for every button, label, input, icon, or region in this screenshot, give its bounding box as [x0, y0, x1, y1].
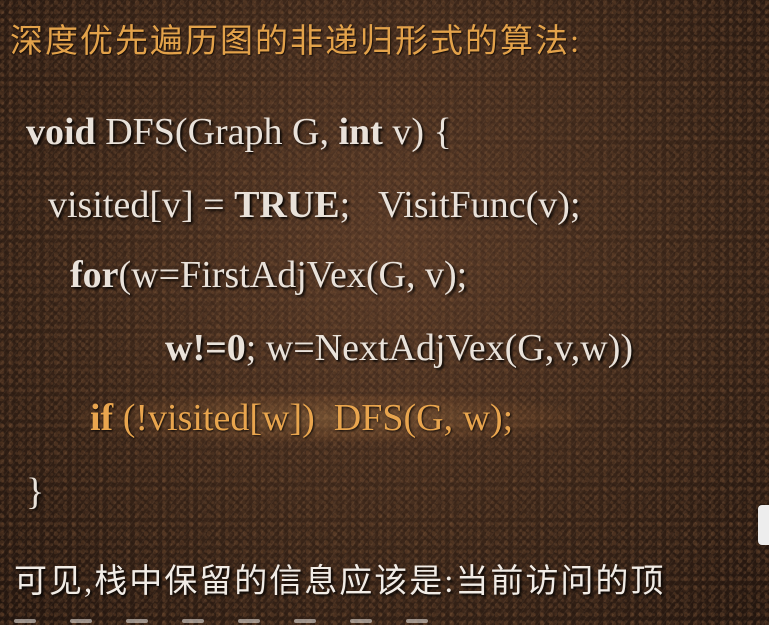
- code-line-5: if (!visited[w]) DFS(G, w);: [90, 396, 513, 440]
- footer-cut-off-line: [14, 610, 764, 625]
- code-line-4-step: ; w=NextAdjVex(G,v,w)): [245, 327, 634, 369]
- code-line-4: w!=0; w=NextAdjVex(G,v,w)): [165, 326, 633, 370]
- code-line-2: visited[v] = TRUE; VisitFunc(v);: [48, 183, 581, 227]
- scroll-handle[interactable]: [758, 505, 769, 545]
- keyword-void: void: [26, 111, 96, 153]
- code-line-3: for(w=FirstAdjVex(G, v);: [70, 253, 467, 297]
- footer-note: 可见,栈中保留的信息应该是:当前访问的顶: [14, 564, 666, 600]
- slide-frame: 深度优先遍历图的非递归形式的算法: void DFS(Graph G, int …: [0, 0, 769, 625]
- code-block: void DFS(Graph G, int v) { visited[v] = …: [0, 0, 769, 625]
- code-line-3-init: (w=FirstAdjVex(G, v);: [118, 254, 468, 296]
- keyword-true: TRUE: [234, 184, 340, 226]
- code-line-1-signature: DFS(Graph G,: [95, 111, 339, 153]
- code-line-2-visit: ; VisitFunc(v);: [339, 184, 581, 226]
- keyword-if: if: [90, 397, 114, 439]
- code-line-1-end: v) {: [382, 111, 452, 153]
- keyword-int: int: [338, 111, 383, 153]
- code-line-4-cond: w!=0: [165, 327, 246, 369]
- code-line-1: void DFS(Graph G, int v) {: [26, 110, 452, 154]
- code-line-6: }: [26, 471, 45, 513]
- code-line-5-body: (!visited[w]) DFS(G, w);: [113, 397, 514, 439]
- code-line-2-assign: visited[v] =: [48, 184, 235, 226]
- keyword-for: for: [70, 254, 119, 296]
